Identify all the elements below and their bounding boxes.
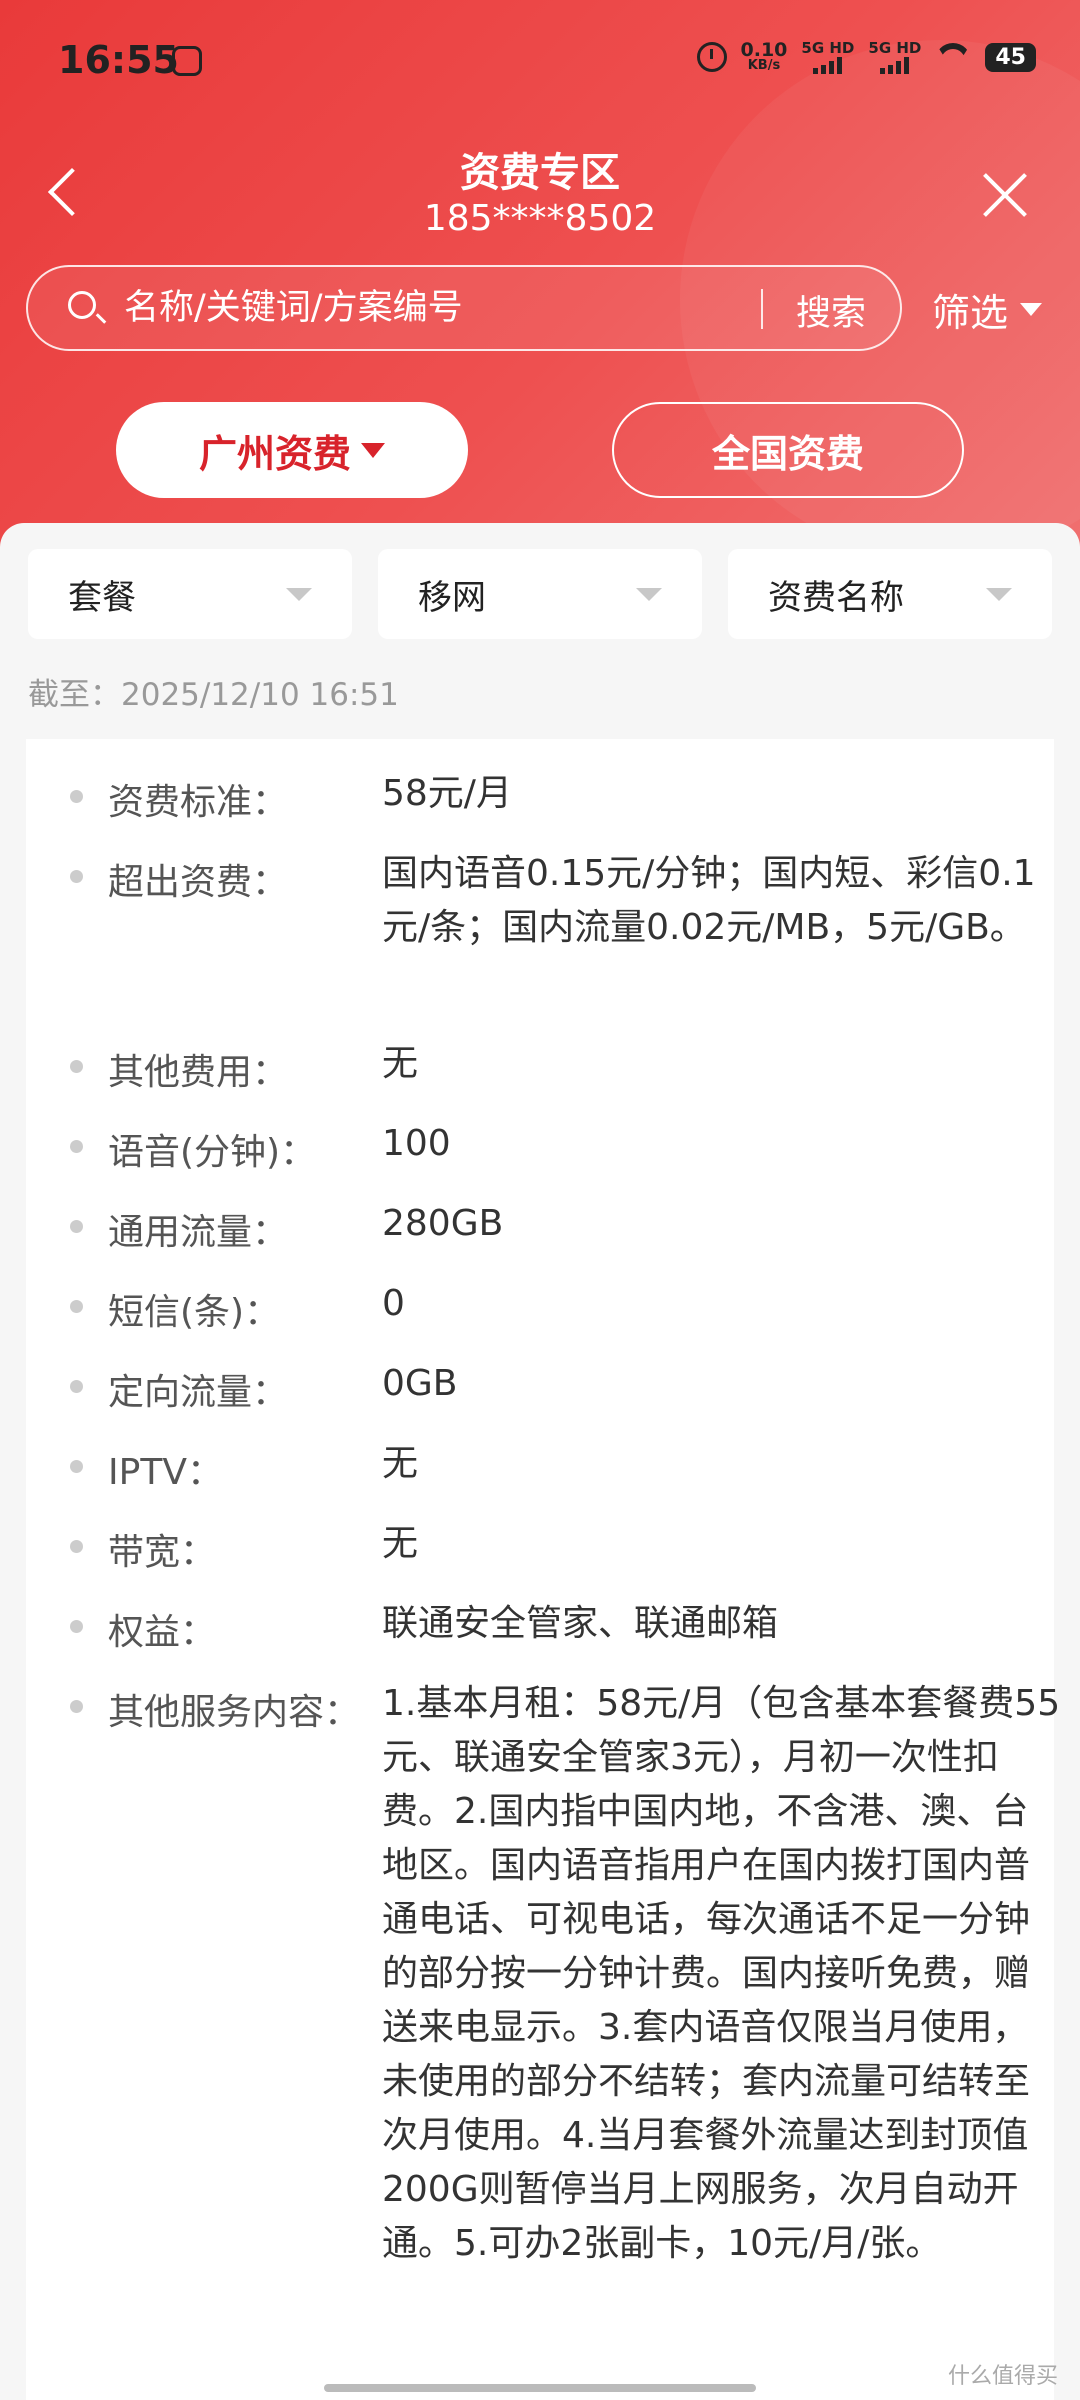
- page-title: 资费专区: [460, 150, 620, 196]
- dropdown-label: 移网: [418, 577, 486, 618]
- home-indicator[interactable]: [324, 2384, 756, 2392]
- status-icons: 0.10 KB/s 5G HD 5G HD 45: [696, 39, 1036, 74]
- battery-icon: 45: [985, 42, 1036, 72]
- search-icon: [68, 291, 96, 319]
- phone-number: 185****8502: [423, 198, 657, 239]
- alarm-icon: [696, 42, 727, 72]
- caret-down-icon: [1020, 303, 1043, 316]
- status-time: 16:55: [58, 38, 179, 82]
- bullet-dot: [70, 1460, 83, 1473]
- bullet-dot: [70, 1300, 83, 1313]
- bullet-dot: [70, 1380, 83, 1393]
- filter-label: 筛选: [932, 291, 1009, 335]
- caret-down-icon: [986, 587, 1012, 601]
- bullet-dot: [70, 870, 83, 883]
- tab-guangzhou-tariff[interactable]: 广州资费: [116, 402, 468, 498]
- dropdown-label: 套餐: [68, 577, 136, 618]
- search-button[interactable]: 搜索: [796, 285, 866, 336]
- wifi-icon: [935, 43, 971, 71]
- tab-label: 广州资费: [198, 431, 351, 476]
- bullet-dot: [70, 1540, 83, 1553]
- tab-national-tariff[interactable]: 全国资费: [612, 402, 964, 498]
- package-type-dropdown[interactable]: 套餐: [28, 549, 352, 639]
- signal-sim1-icon: 5G HD: [801, 40, 854, 74]
- network-type-dropdown[interactable]: 移网: [378, 549, 702, 639]
- caret-down-icon: [286, 587, 312, 601]
- bullet-dot: [70, 1700, 83, 1713]
- caret-down-icon: [361, 442, 385, 458]
- tariff-name-dropdown[interactable]: 资费名称: [728, 549, 1052, 639]
- watermark: 什么值得买: [947, 2364, 1058, 2389]
- bullet-dot: [70, 1060, 83, 1073]
- tariff-detail-card: 资费标准： 58元/月 超出资费： 国内语音0.15元/分钟；国内短、彩信0.1…: [26, 739, 1060, 2400]
- tab-label: 全国资费: [711, 431, 864, 476]
- update-timestamp: 截至：2025/12/10 16:51: [28, 677, 399, 713]
- close-icon[interactable]: [980, 170, 1030, 220]
- filter-button[interactable]: 筛选: [932, 282, 1043, 337]
- caret-down-icon: [636, 587, 662, 601]
- network-speed: 0.10 KB/s: [740, 39, 788, 73]
- bullet-dot: [70, 790, 83, 803]
- search-divider: [761, 289, 763, 329]
- content-panel: 套餐 移网 资费名称 截至：2025/12/10 16:51 资费标准： 58元…: [0, 523, 1080, 2400]
- bullet-dot: [70, 1220, 83, 1233]
- signal-sim2-icon: 5G HD: [868, 40, 921, 74]
- bullet-dot: [70, 1620, 83, 1633]
- dropdown-label: 资费名称: [768, 577, 904, 618]
- app-notification-icon: [172, 46, 202, 76]
- search-input[interactable]: [124, 283, 764, 333]
- search-bar: 搜索: [26, 265, 902, 351]
- bullet-dot: [70, 1140, 83, 1153]
